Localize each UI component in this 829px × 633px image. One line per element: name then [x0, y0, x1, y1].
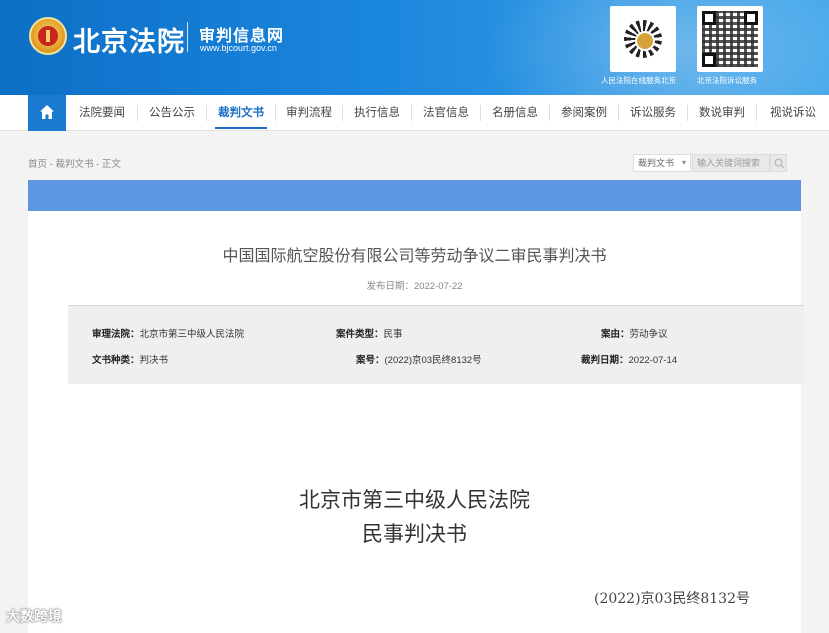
chevron-down-icon: ▾	[681, 158, 686, 167]
case-type-info: 案件类型：民事	[336, 326, 403, 340]
site-url: www.bjcourt.gov.cn	[200, 43, 277, 53]
court-emblem-icon[interactable]	[29, 17, 67, 55]
search-icon	[774, 158, 785, 169]
nav-item-litigation-video[interactable]: 视说诉讼	[757, 95, 829, 131]
court-name-heading: 北京市第三中级人民法院	[299, 488, 530, 512]
doc-type-label: 文书种类：	[92, 355, 140, 366]
nav-item-litigation-services[interactable]: 诉讼服务	[619, 95, 687, 131]
judgment-date-value: 2022-07-14	[628, 355, 678, 366]
document-kind-heading: 民事判决书	[362, 522, 467, 546]
search-category-value: 裁判文书	[638, 158, 675, 168]
doc-type-info: 文书种类：判决书	[92, 352, 168, 366]
main-nav: 法院要闻 公告公示 裁判文书 审判流程 执行信息 法官信息 名册信息 参阅案例 …	[0, 95, 829, 131]
document-title: 中国国际航空股份有限公司等劳动争议二审民事判决书	[222, 248, 607, 265]
breadcrumb[interactable]: 首页 - 裁判文书 - 正文	[28, 156, 121, 170]
court-value: 北京市第三中级人民法院	[139, 329, 245, 340]
cause-info: 案由：劳动争议	[601, 326, 668, 340]
case-no-info: 案号：(2022)京03民终8132号	[356, 352, 482, 366]
litigation-service-qr-code	[697, 6, 763, 72]
case-info-box: 审理法院：北京市第三中级人民法院 案件类型：民事 案由：劳动争议 文书种类：判决…	[68, 305, 804, 384]
nav-item-judge-info[interactable]: 法官信息	[412, 95, 480, 131]
case-no-label: 案号：	[356, 355, 385, 366]
nav-item-roster-info[interactable]: 名册信息	[481, 95, 549, 131]
court-info: 审理法院：北京市第三中级人民法院	[92, 326, 244, 340]
watermark: 大数跨境	[6, 608, 62, 624]
judgment-date-label: 裁判日期：	[581, 355, 629, 366]
doc-type-value: 判决书	[139, 355, 169, 366]
nav-item-trial-data[interactable]: 数说审判	[688, 95, 756, 131]
content-header-band	[28, 180, 801, 211]
nav-item-announcements[interactable]: 公告公示	[138, 95, 206, 131]
nav-item-trial-process[interactable]: 审判流程	[276, 95, 342, 131]
case-number: (2022)京03民终8132号	[594, 591, 750, 607]
nav-item-court-news[interactable]: 法院要闻	[68, 95, 136, 131]
site-header: 北京法院 审判信息网 www.bjcourt.gov.cn 人民法院在线服务北京…	[0, 0, 829, 95]
cause-value: 劳动争议	[629, 329, 668, 340]
home-button[interactable]	[28, 95, 66, 131]
judgment-date-info: 裁判日期：2022-07-14	[581, 352, 677, 366]
case-type-value: 民事	[383, 329, 403, 340]
document-panel: 中国国际航空股份有限公司等劳动争议二审民事判决书 发布日期：2022-07-22…	[28, 211, 804, 633]
case-type-label: 案件类型：	[336, 329, 384, 340]
search-category-select[interactable]: 裁判文书 ▾	[633, 154, 691, 172]
nav-item-execution-info[interactable]: 执行信息	[343, 95, 411, 131]
online-service-qr-code	[610, 6, 676, 72]
nav-item-judgments[interactable]: 裁判文书	[207, 95, 275, 131]
court-label: 审理法院：	[92, 329, 140, 340]
nav-item-reference-cases[interactable]: 参阅案例	[550, 95, 618, 131]
publish-date: 发布日期：2022-07-22	[366, 281, 463, 292]
qr-label-online-service: 人民法院在线服务北京	[601, 76, 676, 85]
home-icon	[40, 105, 54, 119]
qr-label-litigation-service: 北京法院诉讼服务	[697, 76, 757, 85]
site-name[interactable]: 北京法院	[73, 20, 185, 59]
search-button[interactable]	[770, 154, 787, 172]
search-input[interactable]: 输入关键词搜索	[692, 154, 770, 172]
case-no-value: (2022)京03民终8132号	[384, 355, 482, 366]
header-divider	[187, 22, 188, 52]
cause-label: 案由：	[601, 329, 630, 340]
